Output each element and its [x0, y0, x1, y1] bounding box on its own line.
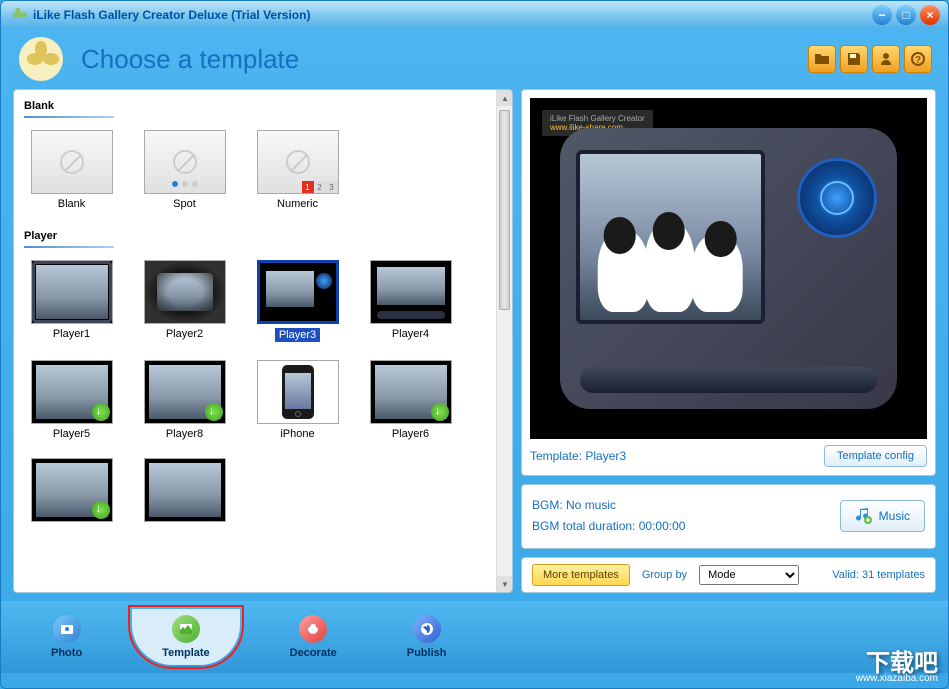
template-list-panel: Blank Blank Spot 123	[13, 89, 513, 593]
template-player3[interactable]: Player3	[250, 260, 345, 342]
player-grid: Player1 Player2 Player3 Player4 Player5	[24, 260, 502, 522]
bottom-bar: More templates Group by Mode Valid: 31 t…	[521, 557, 936, 593]
template-player2[interactable]: Player2	[137, 260, 232, 342]
template-numeric[interactable]: 123 Numeric	[250, 130, 345, 210]
tab-template[interactable]: Template	[132, 609, 239, 665]
minimize-button[interactable]: −	[872, 5, 892, 25]
section-player-title: Player	[24, 230, 502, 242]
scroll-up-icon[interactable]: ▲	[497, 90, 513, 106]
divider	[24, 246, 114, 248]
template-extra1[interactable]	[24, 458, 119, 522]
music-button[interactable]: Music	[840, 500, 925, 532]
right-panel: iLike Flash Gallery Creator www.ilike-sh…	[521, 89, 936, 593]
window-controls: − □ ×	[872, 5, 940, 25]
template-spot[interactable]: Spot	[137, 130, 232, 210]
section-blank-title: Blank	[24, 100, 502, 112]
user-button[interactable]	[872, 45, 900, 73]
open-folder-button[interactable]	[808, 45, 836, 73]
svg-text:?: ?	[915, 55, 921, 66]
app-window: iLike Flash Gallery Creator Deluxe (Tria…	[0, 0, 949, 689]
maximize-button[interactable]: □	[896, 5, 916, 25]
template-icon	[172, 615, 200, 643]
template-player8[interactable]: Player8	[137, 360, 232, 440]
groupby-label: Group by	[642, 569, 687, 581]
help-button[interactable]: ?	[904, 45, 932, 73]
scrollbar[interactable]: ▲ ▼	[496, 90, 512, 592]
titlebar: iLike Flash Gallery Creator Deluxe (Tria…	[1, 1, 948, 29]
template-player6[interactable]: Player6	[363, 360, 458, 440]
scrollbar-thumb[interactable]	[499, 110, 510, 310]
divider	[24, 116, 114, 118]
footer-tabs: Photo Template Decorate Publish	[1, 601, 948, 673]
bgm-text: BGM: No music BGM total duration: 00:00:…	[532, 495, 840, 538]
scroll-down-icon[interactable]: ▼	[497, 576, 513, 592]
valid-count-label: Valid: 31 templates	[832, 569, 925, 581]
preview-info: Template: Player3 Template config	[530, 445, 927, 467]
bgm-box: BGM: No music BGM total duration: 00:00:…	[521, 484, 936, 549]
header-toolbar: ?	[808, 45, 932, 73]
preview-player	[560, 128, 897, 409]
photo-icon	[53, 615, 81, 643]
close-button[interactable]: ×	[920, 5, 940, 25]
music-icon	[855, 507, 873, 525]
template-player1[interactable]: Player1	[24, 260, 119, 342]
preview-label: Template: Player3	[530, 449, 824, 463]
template-blank[interactable]: Blank	[24, 130, 119, 210]
header: Choose a template ?	[1, 29, 948, 89]
template-player4[interactable]: Player4	[363, 260, 458, 342]
template-iphone[interactable]: iPhone	[250, 360, 345, 440]
app-icon	[9, 6, 27, 24]
publish-icon	[413, 615, 441, 643]
tab-decorate[interactable]: Decorate	[270, 609, 357, 665]
template-config-button[interactable]: Template config	[824, 445, 927, 467]
decorate-icon	[299, 615, 327, 643]
more-templates-button[interactable]: More templates	[532, 564, 630, 586]
preview-box: iLike Flash Gallery Creator www.ilike-sh…	[521, 89, 936, 476]
tab-photo[interactable]: Photo	[31, 609, 102, 665]
blank-grid: Blank Spot 123 Numeric	[24, 130, 502, 210]
page-title: Choose a template	[81, 44, 808, 75]
groupby-select[interactable]: Mode	[699, 565, 799, 585]
save-button[interactable]	[840, 45, 868, 73]
site-watermark-url: www.xiazaiba.com	[856, 673, 938, 684]
template-extra2[interactable]	[137, 458, 232, 522]
preview-canvas: iLike Flash Gallery Creator www.ilike-sh…	[530, 98, 927, 439]
template-player5[interactable]: Player5	[24, 360, 119, 440]
window-title: iLike Flash Gallery Creator Deluxe (Tria…	[33, 8, 872, 22]
header-logo	[17, 35, 65, 83]
content: Blank Blank Spot 123	[1, 89, 948, 601]
tab-publish[interactable]: Publish	[387, 609, 467, 665]
